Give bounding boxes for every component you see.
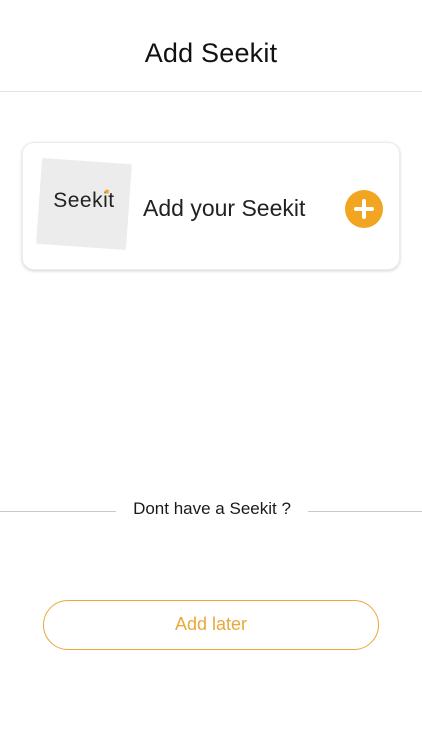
seekit-logo: Seekit: [36, 157, 132, 251]
page-title: Add Seekit: [144, 38, 278, 68]
add-later-button[interactable]: Add later: [43, 600, 379, 650]
no-seekit-text: Dont have a Seekit ?: [133, 499, 291, 518]
add-seekit-card[interactable]: Seekit Add your Seekit: [22, 142, 400, 270]
no-seekit-divider: Dont have a Seekit ?: [0, 496, 422, 526]
divider-line: [0, 511, 116, 512]
header: Add Seekit: [0, 0, 422, 92]
plus-icon[interactable]: [345, 190, 383, 228]
divider-line: [308, 511, 422, 512]
add-seekit-label: Add your Seekit: [143, 195, 306, 221]
